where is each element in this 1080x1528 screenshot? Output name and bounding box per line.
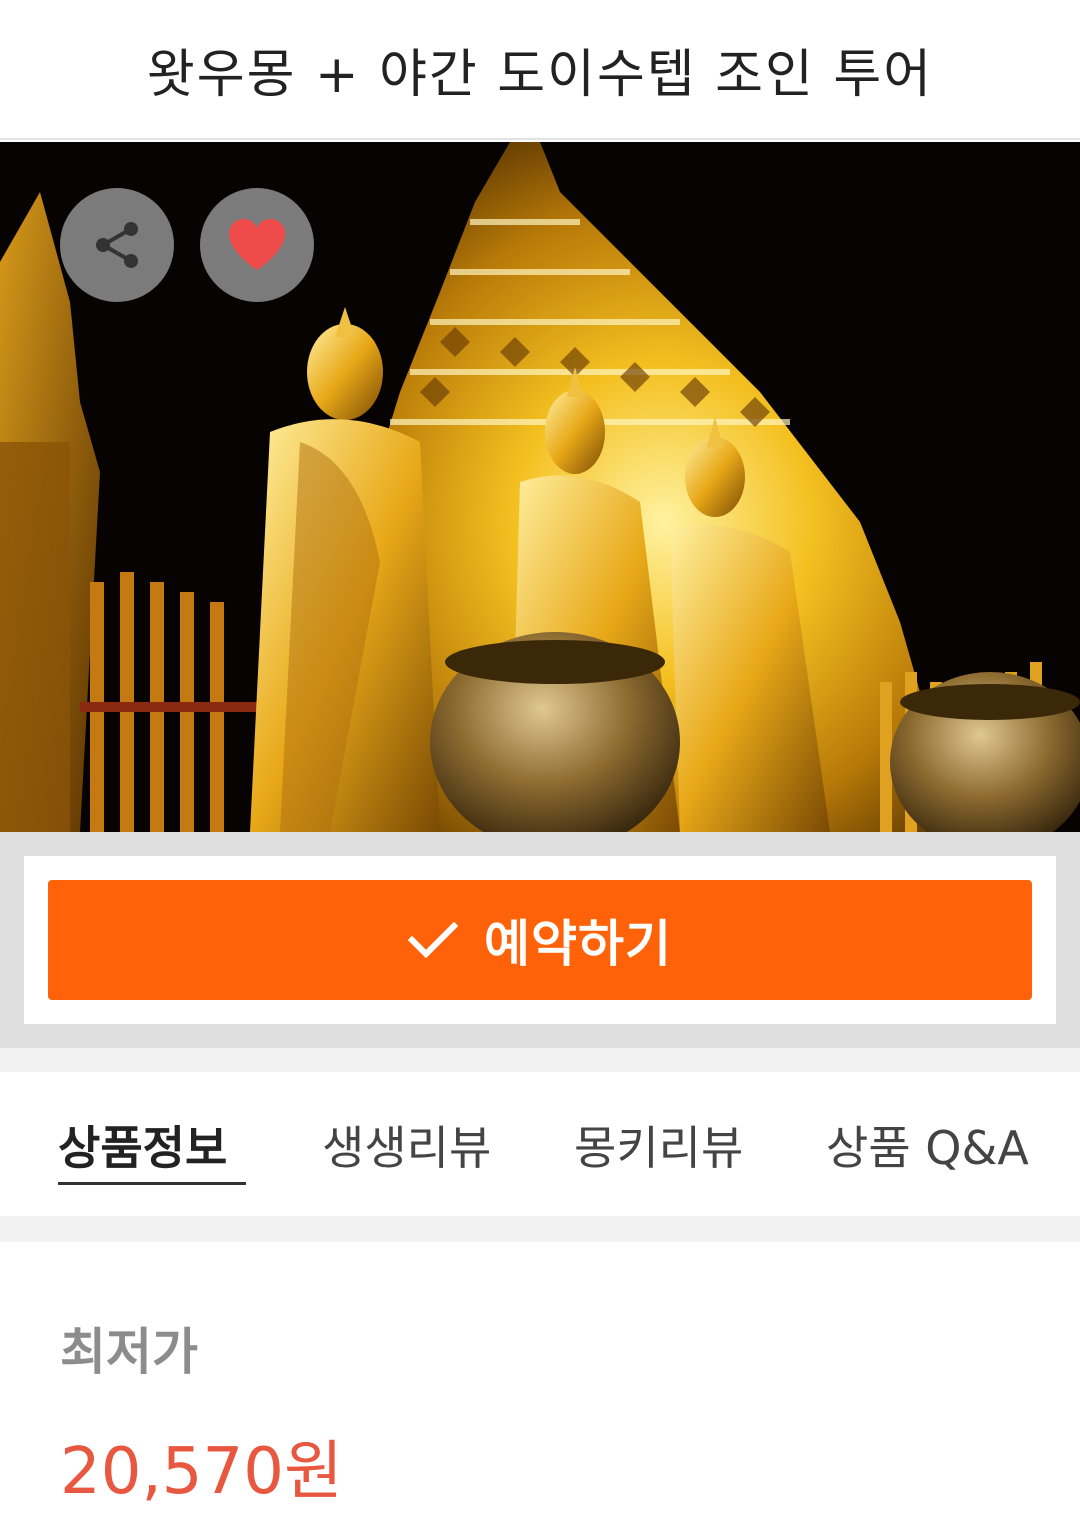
header-bar: 왓우몽 + 야간 도이수텝 조인 투어 [0, 0, 1080, 140]
tab-live-reviews[interactable]: 생생리뷰 [322, 1112, 491, 1178]
booking-card: 예약하기 [24, 856, 1056, 1024]
section-divider [0, 1216, 1080, 1242]
tab-product-qna[interactable]: 상품 Q&A [826, 1112, 1029, 1178]
active-tab-indicator [58, 1182, 246, 1185]
section-divider [0, 1048, 1080, 1072]
page-title: 왓우몽 + 야간 도이수텝 조인 투어 [146, 44, 934, 105]
like-button[interactable] [200, 188, 314, 302]
share-button[interactable] [60, 188, 174, 302]
lowest-price-label: 최저가 [60, 1323, 198, 1381]
tab-product-info[interactable]: 상품정보 [58, 1112, 227, 1178]
hero-image [0, 142, 1080, 832]
price-value: 20,570원 [60, 1435, 343, 1509]
booking-section: 예약하기 [0, 832, 1080, 1048]
price-section: 최저가 20,570원 [0, 1242, 1080, 1528]
tab-monkey-reviews[interactable]: 몽키리뷰 [574, 1112, 743, 1178]
check-icon [408, 921, 458, 959]
book-button[interactable]: 예약하기 [48, 880, 1032, 1000]
heart-icon [229, 219, 285, 270]
share-icon [96, 222, 138, 268]
tab-bar: 상품정보 생생리뷰 몽키리뷰 상품 Q&A [0, 1072, 1080, 1216]
book-button-label: 예약하기 [484, 915, 672, 973]
